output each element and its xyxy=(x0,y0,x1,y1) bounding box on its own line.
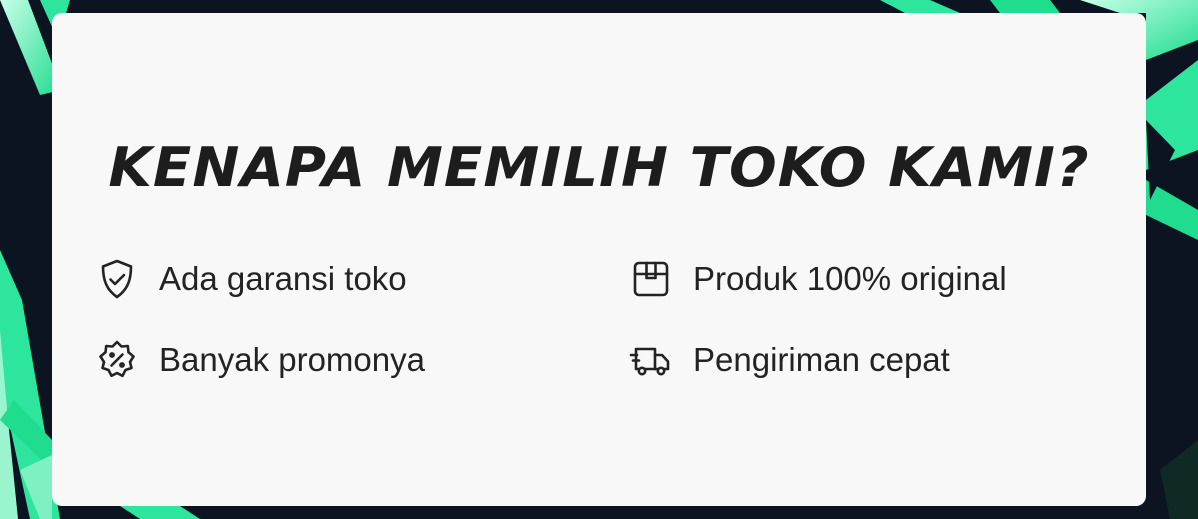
feature-label: Produk 100% original xyxy=(693,260,1007,297)
promo-badge-icon xyxy=(95,338,139,382)
section-heading: KENAPA MEMILIH TOKO KAMI? xyxy=(108,136,1090,199)
feature-label: Ada garansi toko xyxy=(159,260,407,297)
shield-check-icon xyxy=(95,257,139,301)
feature-store-warranty: Ada garansi toko xyxy=(95,256,407,302)
feature-many-promos: Banyak promonya xyxy=(95,337,425,383)
why-choose-us-card: KENAPA MEMILIH TOKO KAMI? Ada garansi to… xyxy=(52,13,1146,506)
feature-label: Pengiriman cepat xyxy=(693,341,950,378)
feature-label: Banyak promonya xyxy=(159,341,425,378)
feature-original-product: Produk 100% original xyxy=(629,256,1007,302)
box-icon xyxy=(629,257,673,301)
feature-fast-delivery: Pengiriman cepat xyxy=(629,337,950,383)
delivery-truck-icon xyxy=(629,338,673,382)
